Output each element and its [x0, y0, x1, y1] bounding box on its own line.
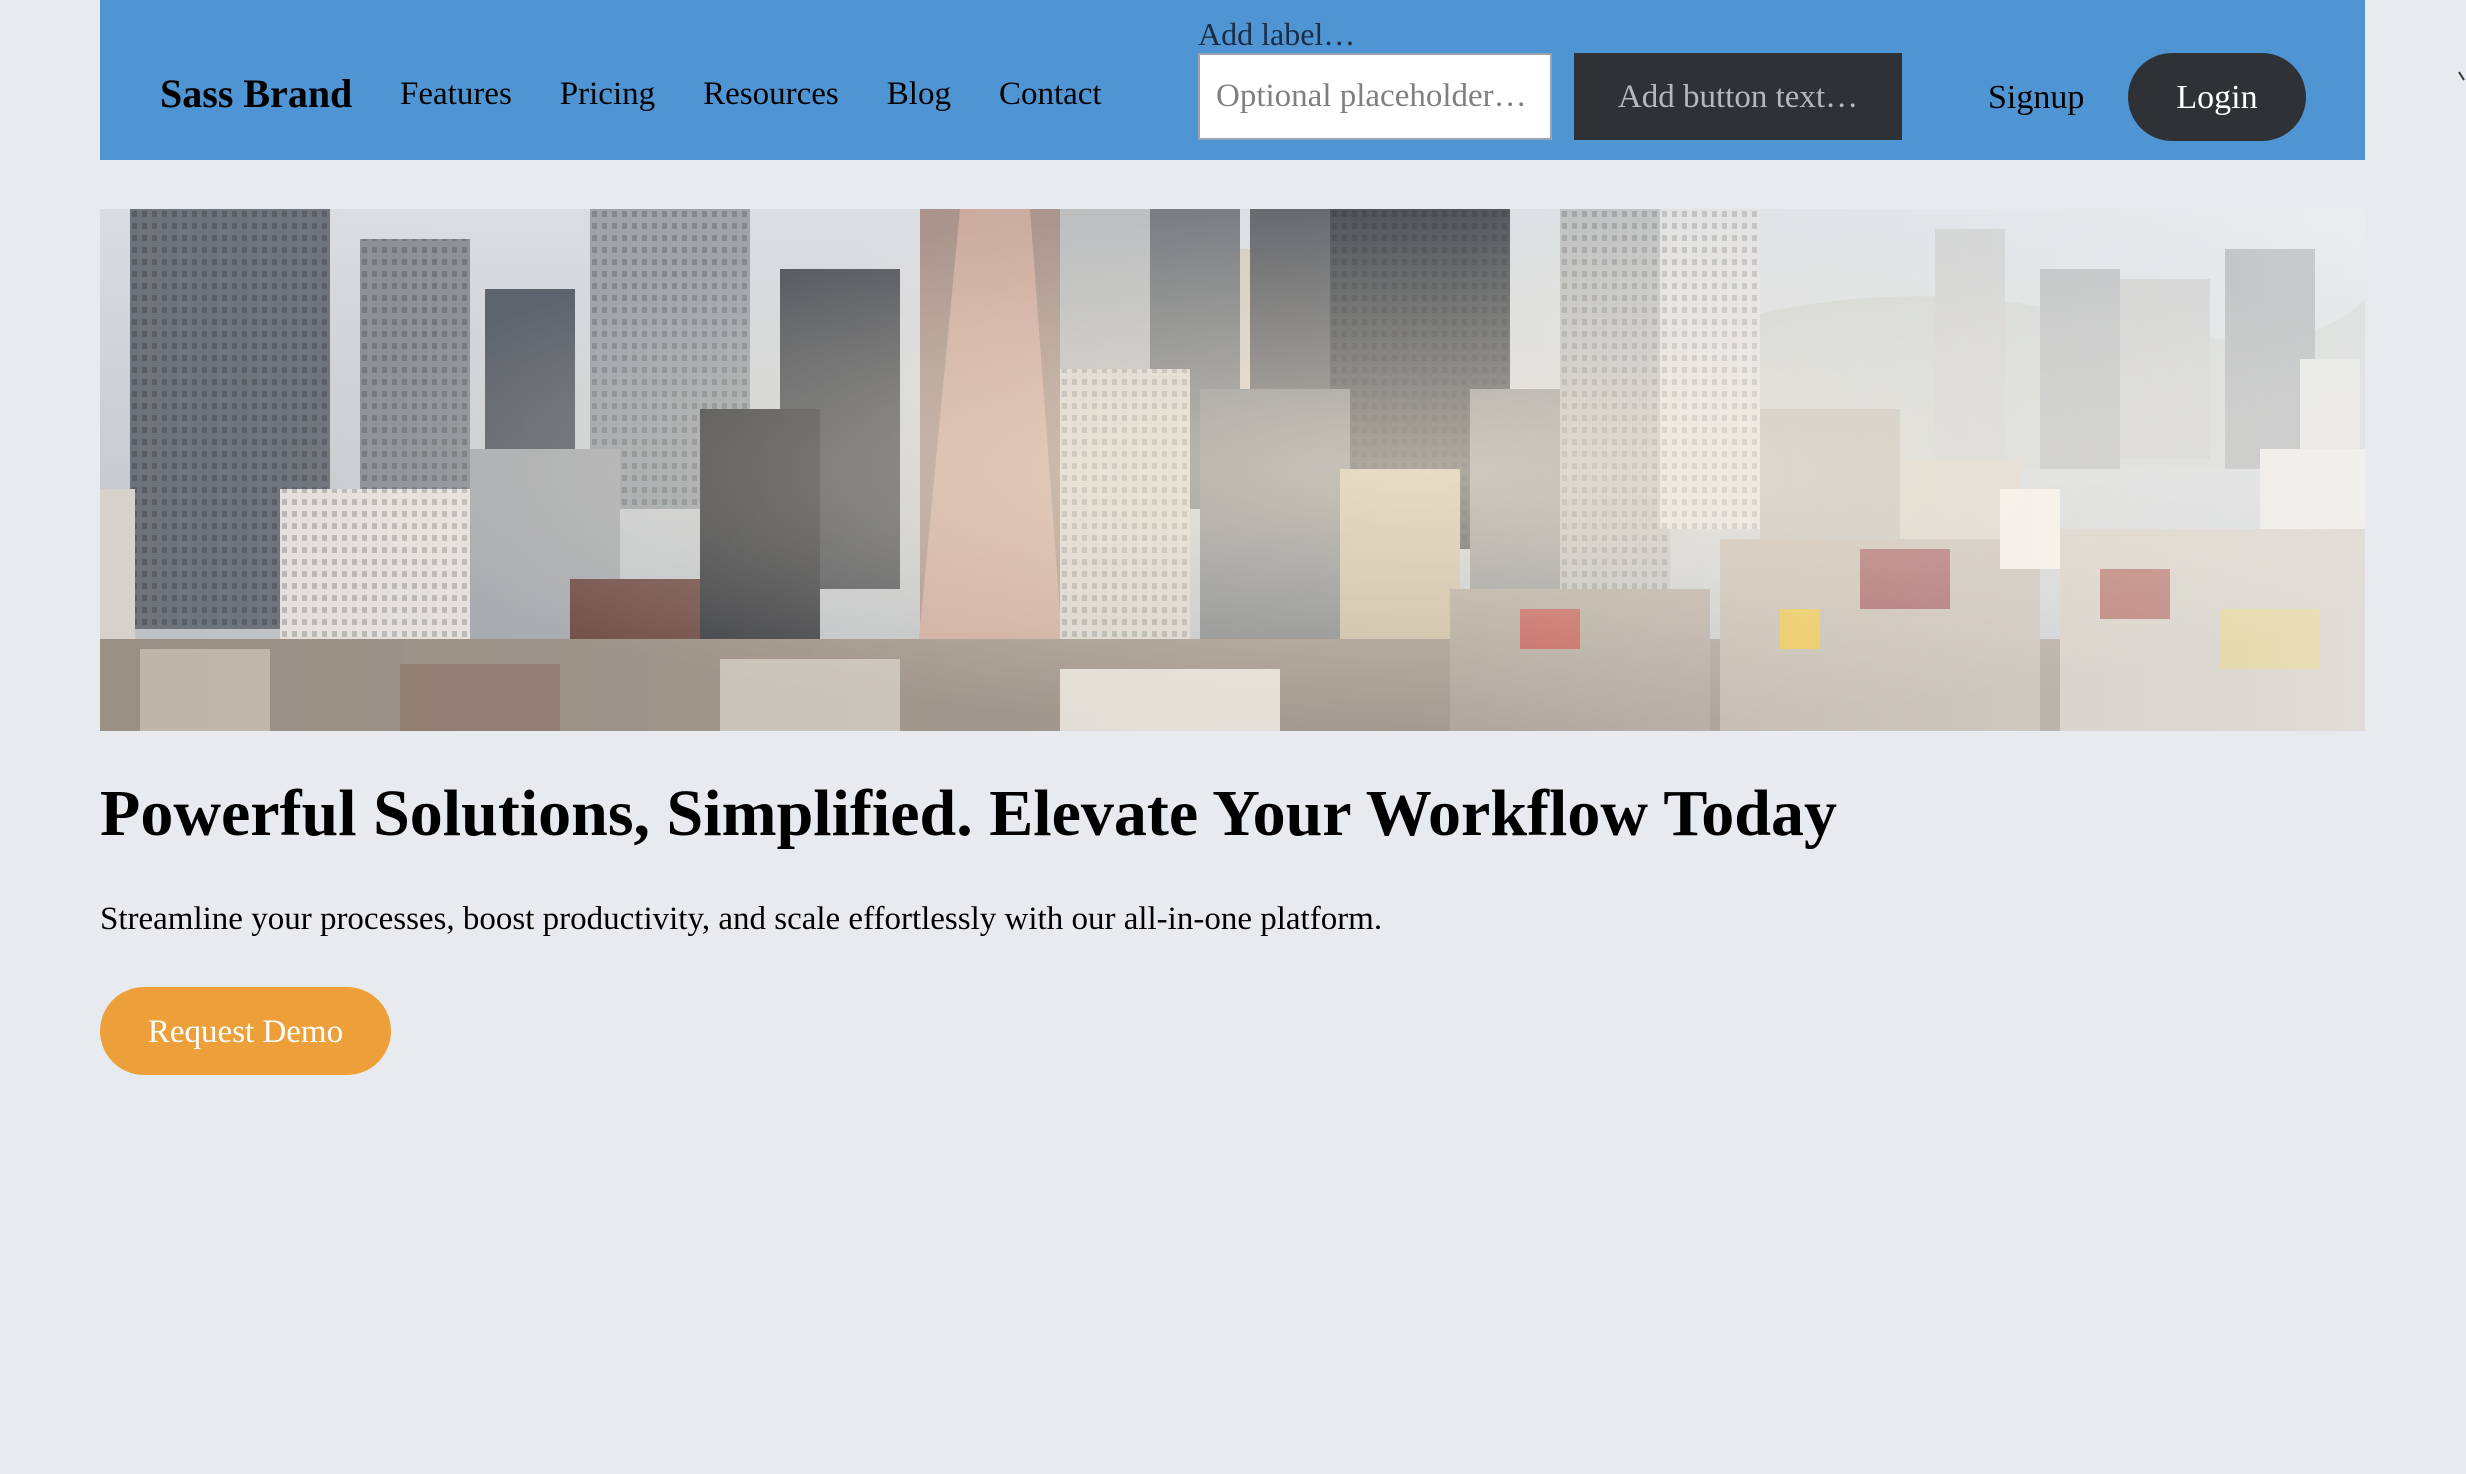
login-button[interactable]: Login	[2128, 53, 2306, 141]
brand-logo[interactable]: Sass Brand	[160, 66, 352, 122]
hero-subtext: Streamline your processes, boost product…	[100, 901, 1383, 937]
nav-link-features[interactable]: Features	[400, 66, 512, 122]
signup-link[interactable]: Signup	[1988, 72, 2084, 124]
nav-link-contact[interactable]: Contact	[999, 66, 1102, 122]
hero-headline: Powerful Solutions, Simplified. Elevate …	[100, 777, 1838, 850]
field-label: Add label…	[1198, 16, 1356, 52]
request-demo-button[interactable]: Request Demo	[100, 987, 391, 1075]
nav-link-resources[interactable]: Resources	[703, 66, 839, 122]
hero-image	[100, 209, 2365, 731]
nav-links: Features Pricing Resources Blog Contact	[400, 66, 1102, 122]
page: Sass Brand Features Pricing Resources Bl…	[0, 0, 2466, 1474]
city-skyline-photo	[100, 209, 2365, 731]
text-input[interactable]	[1198, 53, 1552, 140]
scrollbar-mark-icon	[2458, 71, 2465, 81]
action-button[interactable]: Add button text…	[1574, 53, 1902, 140]
nav-link-blog[interactable]: Blog	[887, 66, 951, 122]
nav-link-pricing[interactable]: Pricing	[560, 66, 655, 122]
navbar: Sass Brand Features Pricing Resources Bl…	[100, 0, 2365, 160]
